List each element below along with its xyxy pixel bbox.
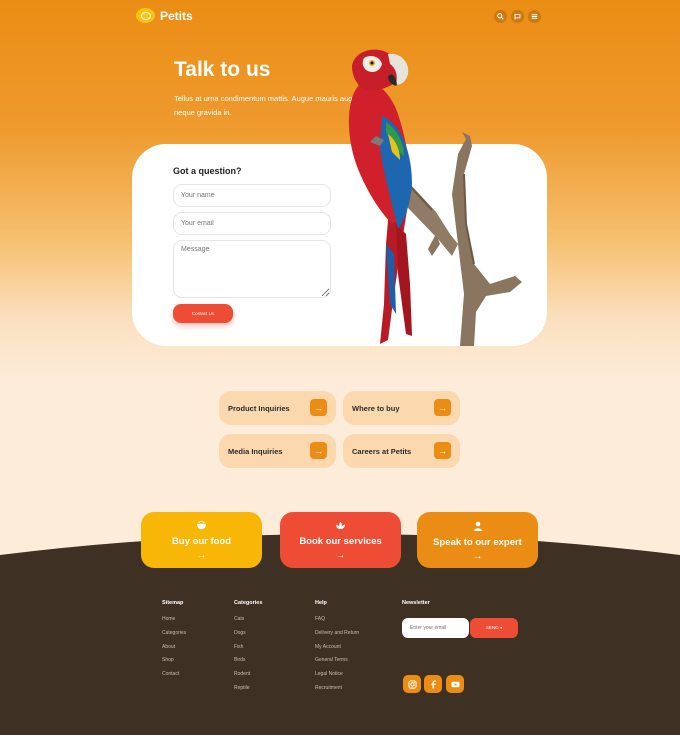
footer-link-birds[interactable]: Birds xyxy=(234,657,262,671)
logo[interactable]: Petits xyxy=(136,8,193,23)
footer-categories: Categories Cats Dogs Fish Birds Rodent R… xyxy=(234,600,262,699)
flag-icon[interactable] xyxy=(511,10,524,23)
tile-product-inquiries[interactable]: Product Inquiries → xyxy=(219,391,336,425)
tile-label: Product Inquiries xyxy=(228,403,290,413)
arrow-right-icon: → xyxy=(472,551,483,562)
cta-label: Speak to our expert xyxy=(433,537,522,548)
book-services-card[interactable]: Book our services → xyxy=(280,512,401,568)
cta-label: Buy our food xyxy=(171,536,232,547)
footer-link-faq[interactable]: FAQ xyxy=(315,616,359,630)
footer-link-terms[interactable]: General Terms xyxy=(315,657,359,671)
newsletter-send-button[interactable]: SEND ◂ xyxy=(470,618,518,638)
footer-link-delivery[interactable]: Delivery and Return xyxy=(315,630,359,644)
footer-heading: Sitemap xyxy=(162,600,184,606)
search-icon[interactable] xyxy=(494,10,507,23)
name-input[interactable] xyxy=(173,184,331,207)
instagram-icon[interactable] xyxy=(403,675,421,693)
tile-label: Where to buy xyxy=(352,403,400,413)
tile-media-inquiries[interactable]: Media Inquiries → xyxy=(219,434,336,468)
arrow-right-icon: → xyxy=(310,399,327,416)
footer-link-shop[interactable]: Shop xyxy=(162,657,186,671)
arrow-right-icon: → xyxy=(434,442,451,459)
arrow-right-icon: → xyxy=(196,550,207,561)
footer-newsletter: Newsletter xyxy=(402,600,430,616)
arrow-right-icon: → xyxy=(434,399,451,416)
tile-label: Careers at Petits xyxy=(352,446,412,456)
footer-link-account[interactable]: My Account xyxy=(315,644,359,658)
tile-careers[interactable]: Careers at Petits → xyxy=(343,434,460,468)
buy-food-card[interactable]: Buy our food → xyxy=(141,512,262,568)
footer-sitemap: Sitemap Home Categories About Shop Conta… xyxy=(162,600,186,685)
footer-link-cats[interactable]: Cats xyxy=(234,616,262,630)
message-textarea[interactable] xyxy=(173,240,331,298)
header-icons xyxy=(494,10,541,23)
speak-expert-card[interactable]: Speak to our expert → xyxy=(417,512,538,568)
tile-where-to-buy[interactable]: Where to buy → xyxy=(343,391,460,425)
facebook-icon[interactable] xyxy=(424,675,442,693)
tile-label: Media Inquiries xyxy=(228,446,283,456)
footer-heading: Help xyxy=(315,600,327,606)
footer-link-legal[interactable]: Legal Notice xyxy=(315,671,359,685)
cta-label: Book our services xyxy=(299,536,382,547)
footer-link-about[interactable]: About xyxy=(162,644,186,658)
arrow-right-icon: → xyxy=(310,442,327,459)
send-icon: ◂ xyxy=(499,625,503,630)
footer-link-categories[interactable]: Categories xyxy=(162,630,186,644)
arrow-right-icon: → xyxy=(335,550,346,561)
footer-link-contact[interactable]: Contact xyxy=(162,671,186,685)
footer-link-recruitment[interactable]: Recruitment xyxy=(315,685,359,699)
footer-heading: Categories xyxy=(234,600,263,606)
footer-link-fish[interactable]: Fish xyxy=(234,644,262,658)
bowl-icon xyxy=(141,521,262,532)
logo-mark-icon xyxy=(136,8,155,23)
person-icon xyxy=(417,521,538,533)
menu-icon[interactable] xyxy=(528,10,541,23)
contact-us-button[interactable]: Contact Us xyxy=(173,304,233,323)
form-title: Got a question? xyxy=(173,166,242,176)
email-input[interactable] xyxy=(173,212,331,235)
logo-text: Petits xyxy=(160,8,193,23)
footer-heading: Newsletter xyxy=(402,600,430,606)
parrot-image xyxy=(348,49,522,346)
send-label: SEND xyxy=(485,625,499,630)
youtube-icon[interactable] xyxy=(446,675,464,693)
page-title: Talk to us xyxy=(174,58,271,81)
newsletter-email-input[interactable] xyxy=(402,618,469,638)
footer-link-reptile[interactable]: Reptile xyxy=(234,685,262,699)
footer-link-rodent[interactable]: Rodent xyxy=(234,671,262,685)
footer-link-home[interactable]: Home xyxy=(162,616,186,630)
footer-link-dogs[interactable]: Dogs xyxy=(234,630,262,644)
lotus-icon xyxy=(280,521,401,532)
footer-help: Help FAQ Delivery and Return My Account … xyxy=(315,600,359,699)
